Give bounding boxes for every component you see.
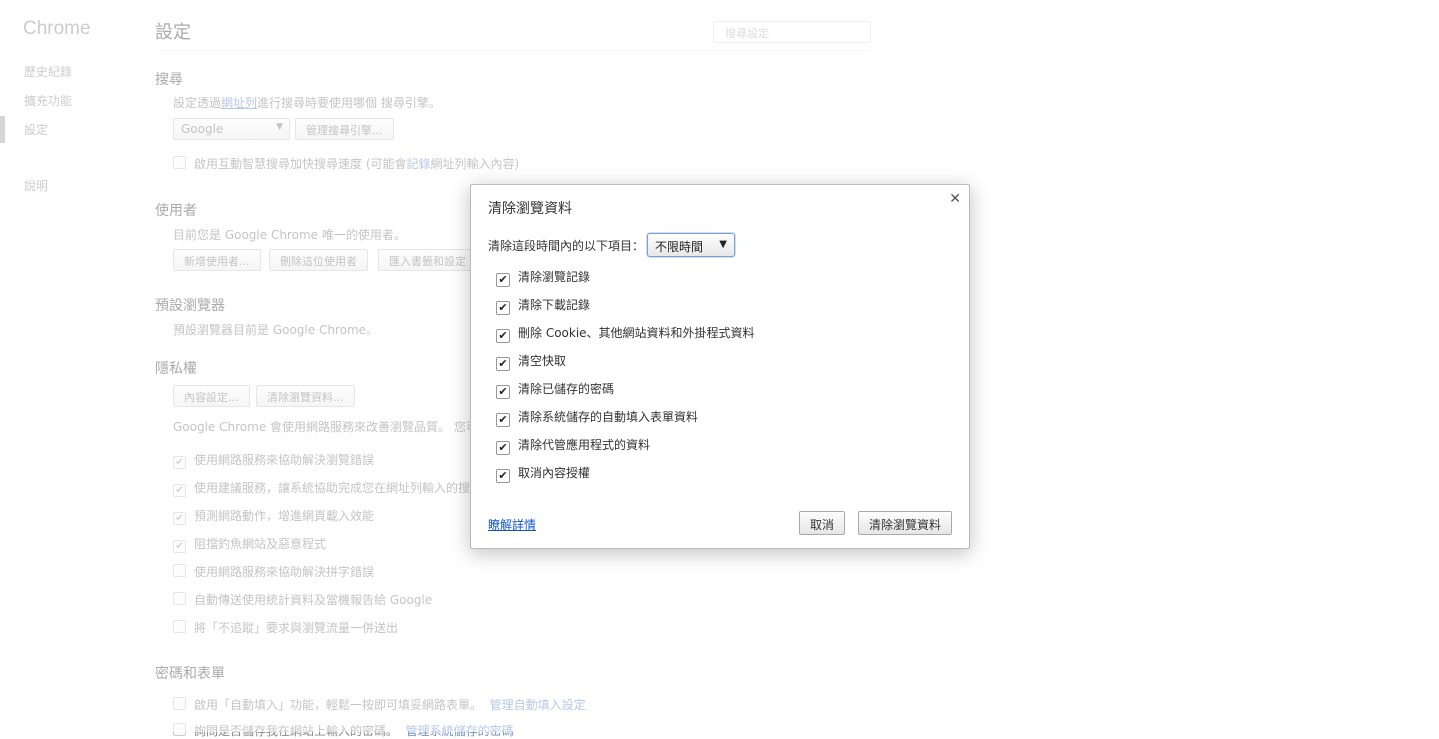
checkbox[interactable]: ✔ [496,469,510,483]
dialog-title: 清除瀏覽資料 [488,201,572,217]
checkbox[interactable]: ✔ [496,385,510,399]
clear-option-content-licenses[interactable]: ✔ 取消內容授權 [496,464,590,483]
checkbox[interactable]: ✔ [496,357,510,371]
checkbox[interactable]: ✔ [496,329,510,343]
clear-option-hosted-apps[interactable]: ✔ 清除代管應用程式的資料 [496,436,650,455]
option-label: 清除已儲存的密碼 [518,382,615,396]
checkbox[interactable]: ✔ [496,273,510,287]
checkbox[interactable]: ✔ [496,301,510,315]
time-period-label: 清除這段時間內的以下項目： [488,239,645,253]
option-label: 清除系統儲存的自動填入表單資料 [518,410,699,424]
option-label: 清除下載記錄 [518,298,591,312]
checkbox[interactable]: ✔ [496,441,510,455]
option-label: 取消內容授權 [518,466,591,480]
clear-browsing-data-dialog: 清除瀏覽資料 ✕ 清除這段時間內的以下項目： 不限時間 ▼ ✔ 清除瀏覽記錄 ✔ 清… [470,184,970,549]
settings-page: Chrome 歷史紀錄 擴充功能 設定 說明 設定 搜尋設定 搜尋 設定透過網址… [0,0,1439,738]
clear-option-autofill[interactable]: ✔ 清除系統儲存的自動填入表單資料 [496,408,698,427]
close-icon[interactable]: ✕ [949,191,961,207]
clear-option-downloads[interactable]: ✔ 清除下載記錄 [496,296,590,315]
option-label: 清空快取 [518,354,567,368]
clear-option-cache[interactable]: ✔ 清空快取 [496,352,566,371]
clear-option-cookies[interactable]: ✔ 刪除 Cookie、其他網站資料和外掛程式資料 [496,324,755,343]
option-label: 清除瀏覽記錄 [518,270,591,284]
cancel-button[interactable]: 取消 [799,511,846,535]
confirm-clear-button[interactable]: 清除瀏覽資料 [858,511,953,535]
clear-option-history[interactable]: ✔ 清除瀏覽記錄 [496,268,590,287]
checkbox[interactable]: ✔ [496,413,510,427]
time-period-select[interactable]: 不限時間 ▼ [647,233,735,257]
option-label: 清除代管應用程式的資料 [518,438,651,452]
clear-option-passwords[interactable]: ✔ 清除已儲存的密碼 [496,380,614,399]
option-label: 刪除 Cookie、其他網站資料和外掛程式資料 [518,326,755,340]
chevron-down-icon: ▼ [719,239,727,250]
learn-more-link[interactable]: 瞭解詳情 [488,516,536,533]
time-period-value: 不限時間 [655,240,704,254]
